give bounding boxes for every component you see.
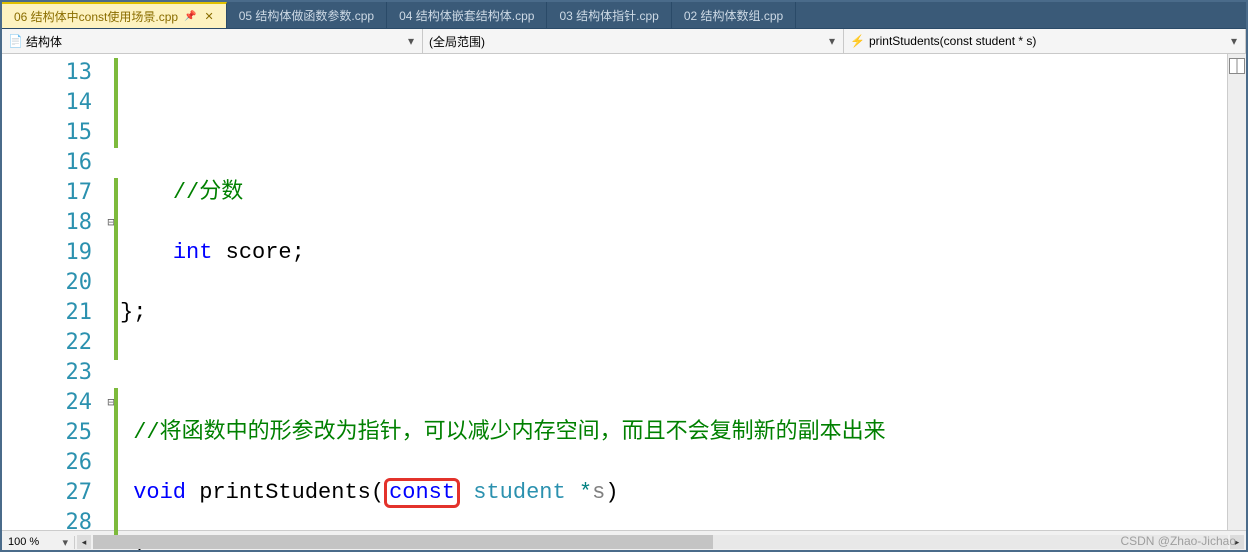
- pin-icon[interactable]: 📌: [184, 11, 196, 22]
- tab-03[interactable]: 03 结构体指针.cpp: [547, 2, 671, 28]
- identifier: score;: [212, 240, 304, 265]
- tab-05[interactable]: 05 结构体做函数参数.cpp: [227, 2, 387, 28]
- scope-icon: 📄: [8, 34, 22, 48]
- context-label: (全局范围): [429, 33, 485, 50]
- highlight-const: const: [384, 478, 460, 508]
- tab-label: 03 结构体指针.cpp: [559, 7, 658, 24]
- keyword: int: [173, 240, 213, 265]
- member-label: printStudents(const student * s): [869, 34, 1036, 48]
- tab-06[interactable]: 06 结构体中const使用场景.cpp 📌 ✕: [2, 2, 227, 28]
- tab-label: 04 结构体嵌套结构体.cpp: [399, 7, 534, 24]
- comment: //将函数中的形参改为指针，可以减少内存空间，而且不会复制新的副本出来: [133, 420, 885, 445]
- ide-window: 06 结构体中const使用场景.cpp 📌 ✕ 05 结构体做函数参数.cpp…: [0, 0, 1248, 552]
- tab-label: 02 结构体数组.cpp: [684, 7, 783, 24]
- tab-bar: 06 结构体中const使用场景.cpp 📌 ✕ 05 结构体做函数参数.cpp…: [2, 2, 1246, 29]
- code-area[interactable]: //分数 int score; }; //将函数中的形参改为指针，可以减少内存空…: [120, 54, 1227, 530]
- change-marker: [114, 178, 118, 360]
- keyword-const: const: [389, 480, 455, 505]
- type: student: [460, 480, 579, 505]
- keyword: void: [133, 480, 186, 505]
- scope-dropdown[interactable]: 📄 结构体 ▾: [2, 29, 423, 53]
- right-margin: [1227, 54, 1246, 530]
- comment: //分数: [173, 180, 243, 205]
- scroll-thumb[interactable]: [93, 535, 713, 549]
- tab-02[interactable]: 02 结构体数组.cpp: [672, 2, 796, 28]
- chevron-down-icon[interactable]: ▾: [1229, 34, 1239, 48]
- tab-label: 06 结构体中const使用场景.cpp: [14, 8, 178, 25]
- scope-label: 结构体: [26, 33, 62, 50]
- horizontal-scrollbar[interactable]: ◂ ▸: [75, 535, 1246, 549]
- scroll-right-button[interactable]: ▸: [1230, 535, 1244, 549]
- split-view-icon[interactable]: [1229, 58, 1245, 74]
- chevron-down-icon[interactable]: ▾: [827, 34, 837, 48]
- paren: (: [371, 480, 384, 505]
- tab-label: 05 结构体做函数参数.cpp: [239, 7, 374, 24]
- member-dropdown[interactable]: ⚡ printStudents(const student * s) ▾: [844, 29, 1246, 53]
- nav-bar: 📄 结构体 ▾ (全局范围) ▾ ⚡ printStudents(const s…: [2, 29, 1246, 54]
- function-icon: ⚡: [850, 34, 865, 48]
- line-number-gutter: 131415161718 192021222324 25262728: [2, 54, 102, 530]
- change-marker: [114, 388, 118, 538]
- change-marker: [114, 58, 118, 148]
- editor[interactable]: 131415161718 192021222324 25262728 ⊟ ⊟ /…: [2, 54, 1246, 530]
- operator: *: [579, 480, 592, 505]
- brace: };: [120, 300, 146, 325]
- param: s: [592, 480, 605, 505]
- close-icon[interactable]: ✕: [205, 10, 214, 23]
- paren: ): [605, 480, 618, 505]
- chevron-down-icon[interactable]: ▾: [406, 34, 416, 48]
- function-name: printStudents: [186, 480, 371, 505]
- context-dropdown[interactable]: (全局范围) ▾: [423, 29, 844, 53]
- scroll-track[interactable]: [93, 535, 1228, 549]
- tab-04[interactable]: 04 结构体嵌套结构体.cpp: [387, 2, 547, 28]
